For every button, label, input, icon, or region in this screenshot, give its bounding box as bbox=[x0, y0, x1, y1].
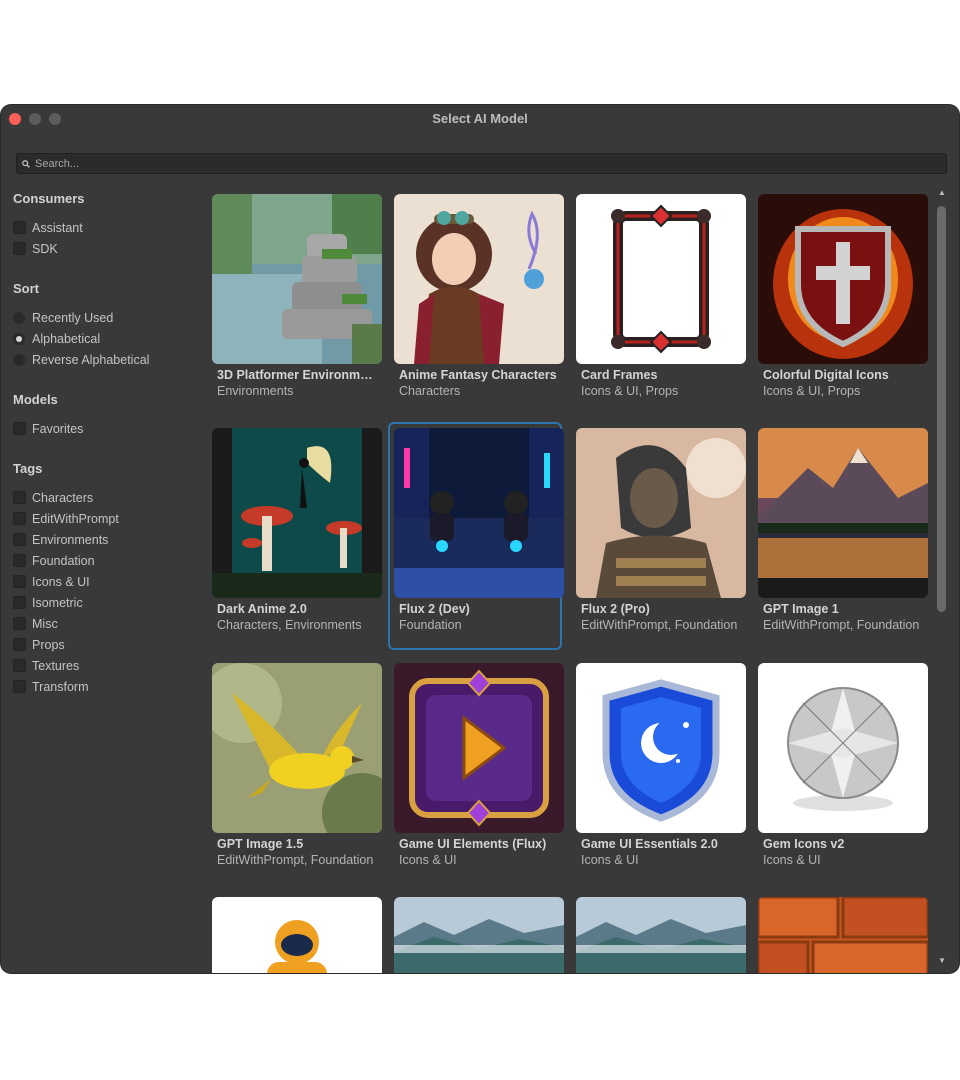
model-thumbnail bbox=[758, 897, 928, 973]
model-card[interactable]: Dark Anime 2.0 Characters, Environments bbox=[208, 424, 382, 652]
model-card-selected[interactable]: Flux 2 (Dev) Foundation bbox=[388, 422, 564, 650]
model-card[interactable] bbox=[390, 893, 564, 973]
card-frame-image bbox=[576, 194, 746, 364]
model-thumbnail bbox=[394, 663, 564, 833]
model-tags: Icons & UI bbox=[399, 853, 457, 867]
moon-shield-image bbox=[576, 663, 746, 833]
model-thumbnail bbox=[212, 663, 382, 833]
model-name: 3D Platformer Environments bbox=[217, 368, 379, 382]
scroll-down-arrow-icon[interactable]: ▼ bbox=[937, 957, 947, 965]
model-card[interactable]: GPT Image 1 EditWithPrompt, Foundation bbox=[754, 424, 928, 652]
model-name: GPT Image 1.5 bbox=[217, 837, 304, 851]
misty-mountains-image bbox=[576, 897, 746, 973]
model-name: Game UI Essentials 2.0 bbox=[581, 837, 718, 851]
model-card[interactable]: Flux 2 (Pro) EditWithPrompt, Foundation bbox=[572, 424, 746, 652]
model-thumbnail bbox=[212, 428, 382, 598]
mountain-lake-image bbox=[758, 428, 928, 598]
scroll-up-arrow-icon[interactable]: ▲ bbox=[937, 189, 947, 197]
model-thumbnail bbox=[394, 897, 564, 973]
model-thumbnail bbox=[758, 194, 928, 364]
model-name: Card Frames bbox=[581, 368, 658, 382]
model-grid: 3D Platformer Environments Environments bbox=[1, 105, 959, 973]
model-name: GPT Image 1 bbox=[763, 602, 839, 616]
scrollbar-thumb[interactable] bbox=[937, 206, 946, 612]
model-thumbnail bbox=[394, 194, 564, 364]
model-tags: EditWithPrompt, Foundation bbox=[217, 853, 374, 867]
model-name: Colorful Digital Icons bbox=[763, 368, 889, 382]
model-thumbnail bbox=[212, 897, 382, 973]
model-thumbnail bbox=[758, 428, 928, 598]
model-card[interactable]: Card Frames Icons & UI, Props bbox=[572, 190, 746, 418]
model-thumbnail bbox=[212, 194, 382, 364]
model-name: Game UI Elements (Flux) bbox=[399, 837, 547, 851]
diamond-gem-image bbox=[758, 663, 928, 833]
vertical-scrollbar[interactable]: ▲ ▼ bbox=[935, 189, 949, 965]
model-tags: Icons & UI, Props bbox=[581, 384, 679, 398]
misty-mountains-image bbox=[394, 897, 564, 973]
model-card[interactable] bbox=[754, 893, 928, 973]
model-name: Dark Anime 2.0 bbox=[217, 602, 307, 616]
model-name: Gem Icons v2 bbox=[763, 837, 845, 851]
samurai-portrait-image bbox=[576, 428, 746, 598]
model-name: Flux 2 (Dev) bbox=[399, 602, 470, 616]
anime-character-image bbox=[394, 194, 564, 364]
model-tags: EditWithPrompt, Foundation bbox=[763, 618, 920, 632]
model-thumbnail bbox=[576, 194, 746, 364]
model-card[interactable]: Colorful Digital Icons Icons & UI, Props bbox=[754, 190, 928, 418]
model-card[interactable] bbox=[208, 893, 382, 973]
model-thumbnail bbox=[576, 897, 746, 973]
model-tags: Foundation bbox=[399, 618, 462, 632]
astronaut-image bbox=[212, 897, 382, 973]
model-thumbnail bbox=[758, 663, 928, 833]
model-card[interactable] bbox=[572, 893, 746, 973]
model-tags: Icons & UI, Props bbox=[763, 384, 861, 398]
orange-tile-texture-image bbox=[758, 897, 928, 973]
flaming-shield-image bbox=[758, 194, 928, 364]
fairy-forest-image bbox=[212, 428, 382, 598]
neon-motorcycles-image bbox=[394, 428, 564, 598]
model-card[interactable]: Game UI Elements (Flux) Icons & UI bbox=[390, 659, 564, 887]
model-card[interactable]: Game UI Essentials 2.0 Icons & UI bbox=[572, 659, 746, 887]
model-card[interactable]: GPT Image 1.5 EditWithPrompt, Foundation bbox=[208, 659, 382, 887]
model-card[interactable]: Anime Fantasy Characters Characters bbox=[390, 190, 564, 418]
model-card[interactable]: Gem Icons v2 Icons & UI bbox=[754, 659, 928, 887]
model-thumbnail bbox=[576, 428, 746, 598]
model-name: Flux 2 (Pro) bbox=[581, 602, 650, 616]
model-name: Anime Fantasy Characters bbox=[399, 368, 557, 382]
model-tags: EditWithPrompt, Foundation bbox=[581, 618, 738, 632]
yellow-bird-image bbox=[212, 663, 382, 833]
model-thumbnail bbox=[576, 663, 746, 833]
forest-stream-image bbox=[212, 194, 382, 364]
model-tags: Icons & UI bbox=[581, 853, 639, 867]
model-tags: Characters bbox=[399, 384, 461, 398]
model-tags: Icons & UI bbox=[763, 853, 821, 867]
model-card[interactable]: 3D Platformer Environments Environments bbox=[208, 190, 382, 418]
model-tags: Characters, Environments bbox=[217, 618, 362, 632]
model-picker-window: Select AI Model Consumers Assistant SDK … bbox=[1, 105, 959, 973]
model-thumbnail bbox=[394, 428, 564, 598]
model-tags: Environments bbox=[217, 384, 294, 398]
play-button-frame-image bbox=[394, 663, 564, 833]
